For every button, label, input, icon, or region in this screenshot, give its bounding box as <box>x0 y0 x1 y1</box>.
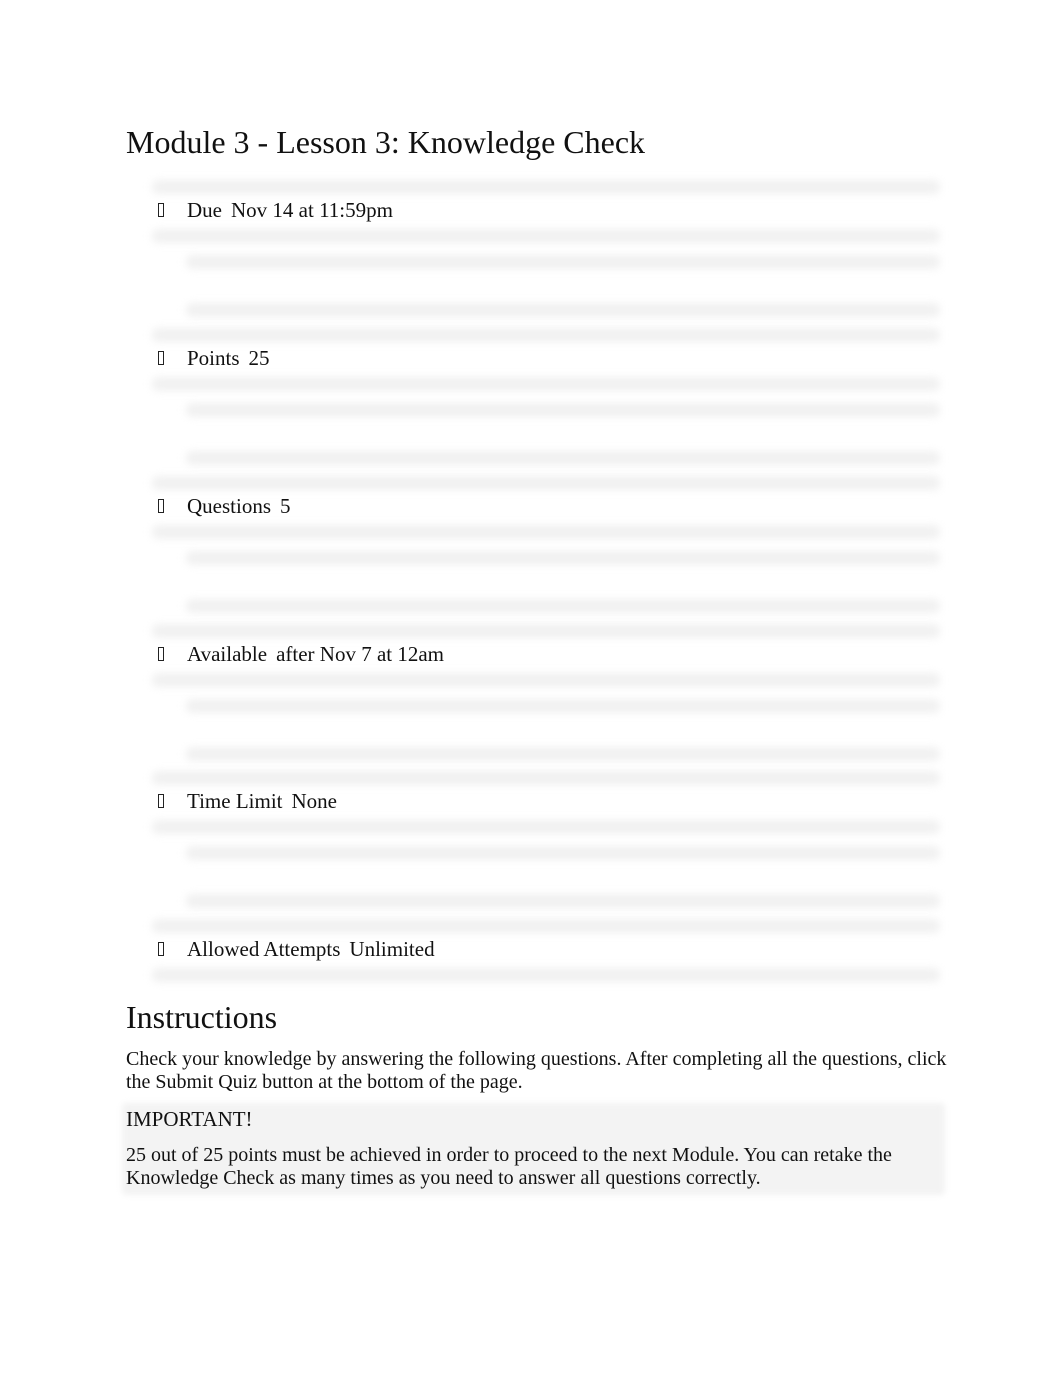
decorative-band <box>186 599 940 613</box>
missing-glyph-icon <box>158 794 164 808</box>
decorative-band <box>152 820 940 834</box>
detail-item-allowed-attempts: Allowed Attempts Unlimited <box>150 934 435 964</box>
detail-value: 25 <box>248 345 270 370</box>
important-title: IMPORTANT! <box>126 1107 253 1131</box>
missing-glyph-icon <box>158 942 164 956</box>
decorative-band <box>186 894 940 908</box>
detail-value: Unlimited <box>349 936 435 961</box>
missing-glyph-icon <box>158 499 164 513</box>
detail-label: Time Limit <box>187 788 283 813</box>
decorative-band <box>152 624 940 638</box>
missing-glyph-icon <box>158 351 164 365</box>
decorative-band <box>186 699 940 713</box>
detail-item-available: Available after Nov 7 at 12am <box>150 639 444 669</box>
detail-label: Questions <box>187 493 271 518</box>
detail-label: Available <box>187 641 268 666</box>
decorative-band <box>152 229 940 243</box>
decorative-band <box>152 673 940 687</box>
missing-glyph-icon <box>158 647 164 661</box>
decorative-band <box>186 846 940 860</box>
decorative-band <box>186 551 940 565</box>
detail-label: Due <box>187 197 222 222</box>
missing-glyph-icon <box>158 203 164 217</box>
decorative-band <box>152 180 940 194</box>
decorative-band <box>152 525 940 539</box>
decorative-band <box>152 377 940 391</box>
decorative-band <box>186 255 940 269</box>
decorative-band <box>152 328 940 342</box>
instructions-heading: Instructions <box>126 999 278 1035</box>
detail-label: Allowed Attempts <box>187 936 341 961</box>
decorative-band <box>186 747 940 761</box>
page-title: Module 3 - Lesson 3: Knowledge Check <box>126 124 646 160</box>
decorative-band <box>152 968 940 982</box>
detail-item-questions: Questions 5 <box>150 491 291 521</box>
detail-label: Points <box>187 345 240 370</box>
instructions-text: Check your knowledge by answering the fo… <box>126 1048 947 1093</box>
decorative-band <box>186 303 940 317</box>
decorative-band <box>186 451 940 465</box>
decorative-band <box>152 476 940 490</box>
important-notice: IMPORTANT! 25 out of 25 points must be a… <box>122 1103 945 1195</box>
detail-value: None <box>291 788 338 813</box>
detail-item-time-limit: Time Limit None <box>150 786 337 816</box>
detail-value: 5 <box>280 493 291 518</box>
important-text: 25 out of 25 points must be achieved in … <box>126 1144 892 1189</box>
detail-value: after Nov 7 at 12am <box>276 641 445 666</box>
detail-item-points: Points 25 <box>150 343 270 373</box>
decorative-band <box>152 771 940 785</box>
detail-item-due: Due Nov 14 at 11:59pm <box>150 195 393 225</box>
decorative-band <box>186 403 940 417</box>
decorative-band <box>152 919 940 933</box>
detail-value: Nov 14 at 11:59pm <box>231 197 393 222</box>
